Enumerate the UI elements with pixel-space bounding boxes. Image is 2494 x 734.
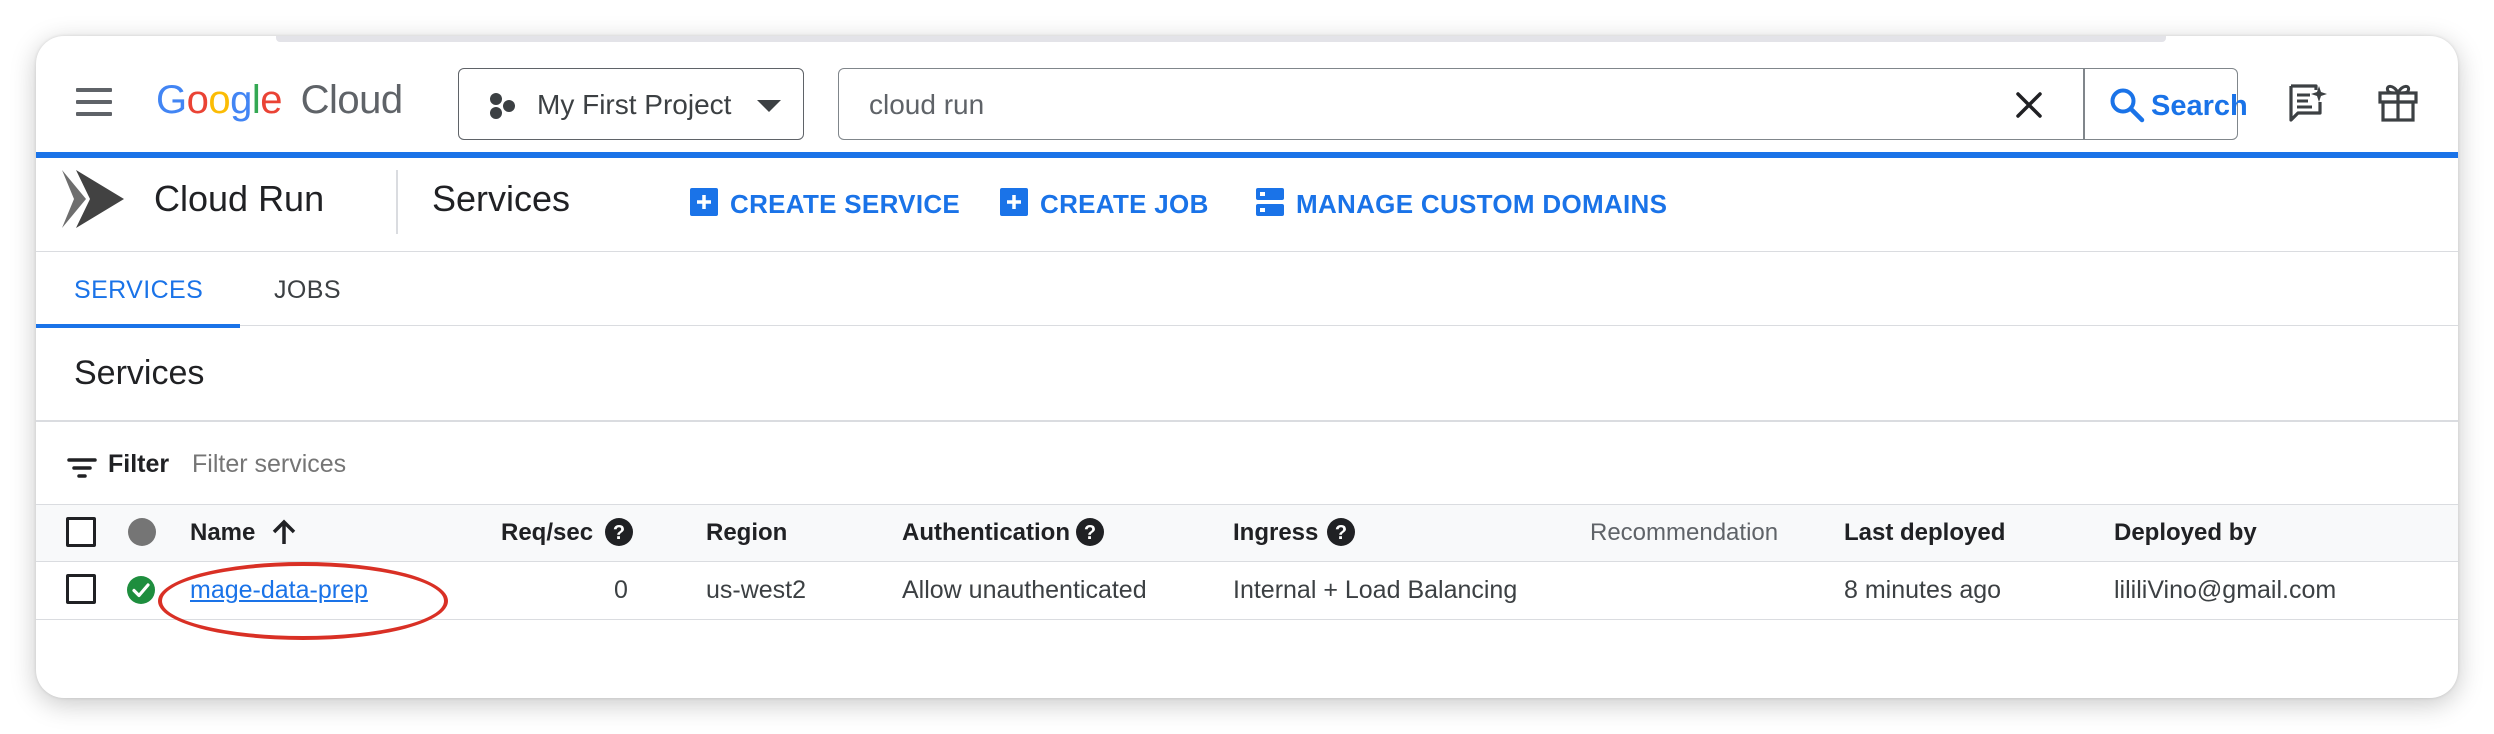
- menu-icon-line: [76, 100, 112, 104]
- close-icon[interactable]: [2011, 87, 2047, 123]
- table-header: Name Req/sec ? Region Authentication ? I…: [36, 504, 2458, 562]
- project-name: My First Project: [537, 89, 732, 120]
- product-name: Cloud Run: [154, 178, 325, 219]
- google-wordmark: Google: [156, 78, 293, 122]
- page-title: Services: [432, 178, 571, 219]
- logo-letter: G: [156, 78, 187, 122]
- svg-text:?: ?: [1335, 522, 1347, 544]
- ingress-value: Internal + Load Balancing: [1233, 576, 1518, 604]
- help-icon[interactable]: ?: [604, 517, 634, 547]
- status-column-icon: [128, 518, 156, 546]
- filter-label[interactable]: Filter: [108, 450, 169, 479]
- table-row: mage-data-prep 0 us-west2 Allow unauthen…: [36, 562, 2458, 620]
- logo-cloud-text: Cloud: [300, 78, 404, 122]
- chevron-down-icon: [757, 100, 781, 112]
- cloud-run-logo-icon: [62, 170, 124, 228]
- product-bar: Cloud Run Services CREATE SERVICE CREATE…: [36, 158, 2458, 252]
- section-title: Services: [74, 354, 205, 392]
- project-icon: [490, 93, 515, 119]
- search-bar: Search: [838, 68, 2248, 140]
- product-bar-divider: [396, 170, 398, 234]
- logo-letter: o: [208, 78, 231, 122]
- top-header: Google Cloud My First Project cloud run …: [36, 36, 2458, 154]
- help-icon[interactable]: ?: [1075, 517, 1105, 547]
- logo-letter: e: [260, 78, 283, 122]
- svg-text:?: ?: [1084, 522, 1096, 544]
- google-cloud-logo[interactable]: Google Cloud: [156, 78, 403, 123]
- region-value: us-west2: [706, 576, 807, 604]
- tab-jobs[interactable]: JOBS: [240, 252, 390, 326]
- tab-services[interactable]: SERVICES: [36, 252, 240, 328]
- create-service-label: CREATE SERVICE: [730, 189, 961, 219]
- search-icon: [2110, 88, 2145, 123]
- tab-jobs-label: JOBS: [274, 276, 341, 304]
- menu-icon-line: [76, 112, 112, 116]
- logo-letter: g: [230, 78, 252, 122]
- release-notes-icon[interactable]: [2286, 80, 2330, 124]
- service-name-link[interactable]: mage-data-prep: [190, 576, 368, 605]
- domains-icon: [1256, 188, 1284, 216]
- search-button-label: Search: [2151, 90, 2248, 122]
- column-header-req-sec[interactable]: Req/sec: [501, 519, 593, 547]
- column-header-authentication[interactable]: Authentication: [902, 519, 1070, 547]
- select-all-checkbox[interactable]: [66, 517, 96, 547]
- search-input[interactable]: [869, 87, 1969, 123]
- section-divider: [36, 420, 2458, 422]
- check-circle-icon: [127, 576, 155, 604]
- deployed-by-value: lililiVino@gmail.com: [2114, 576, 2337, 604]
- tab-services-label: SERVICES: [74, 276, 204, 304]
- arrow-up-icon[interactable]: [270, 518, 298, 546]
- column-header-ingress[interactable]: Ingress: [1233, 519, 1318, 547]
- tab-bar: SERVICES JOBS: [36, 252, 2458, 328]
- column-header-deployed-by[interactable]: Deployed by: [2114, 519, 2257, 547]
- filter-input[interactable]: [192, 446, 1092, 482]
- filter-icon[interactable]: [66, 452, 98, 484]
- row-checkbox[interactable]: [66, 574, 96, 604]
- main-menu-button[interactable]: [72, 80, 116, 124]
- add-box-icon: [690, 188, 718, 216]
- search-divider: [2083, 69, 2085, 139]
- add-box-icon: [1000, 188, 1028, 216]
- column-header-last-deployed[interactable]: Last deployed: [1844, 519, 2005, 547]
- svg-text:?: ?: [613, 522, 625, 544]
- manage-custom-domains-label: MANAGE CUSTOM DOMAINS: [1296, 189, 1668, 219]
- app-window: Google Cloud My First Project cloud run …: [36, 36, 2458, 698]
- column-header-region[interactable]: Region: [706, 519, 787, 547]
- project-picker-button[interactable]: My First Project: [458, 68, 804, 140]
- help-icon[interactable]: ?: [1326, 517, 1356, 547]
- column-header-recommendation[interactable]: Recommendation: [1590, 519, 1778, 547]
- column-header-name[interactable]: Name: [190, 519, 255, 547]
- menu-icon-line: [76, 88, 112, 92]
- req-sec-value: 0: [614, 576, 628, 604]
- logo-letter: l: [251, 78, 261, 122]
- gift-icon[interactable]: [2376, 80, 2420, 124]
- authentication-value: Allow unauthenticated: [902, 576, 1147, 604]
- create-job-label: CREATE JOB: [1040, 189, 1209, 219]
- logo-letter: o: [186, 78, 209, 122]
- last-deployed-value: 8 minutes ago: [1844, 576, 2002, 604]
